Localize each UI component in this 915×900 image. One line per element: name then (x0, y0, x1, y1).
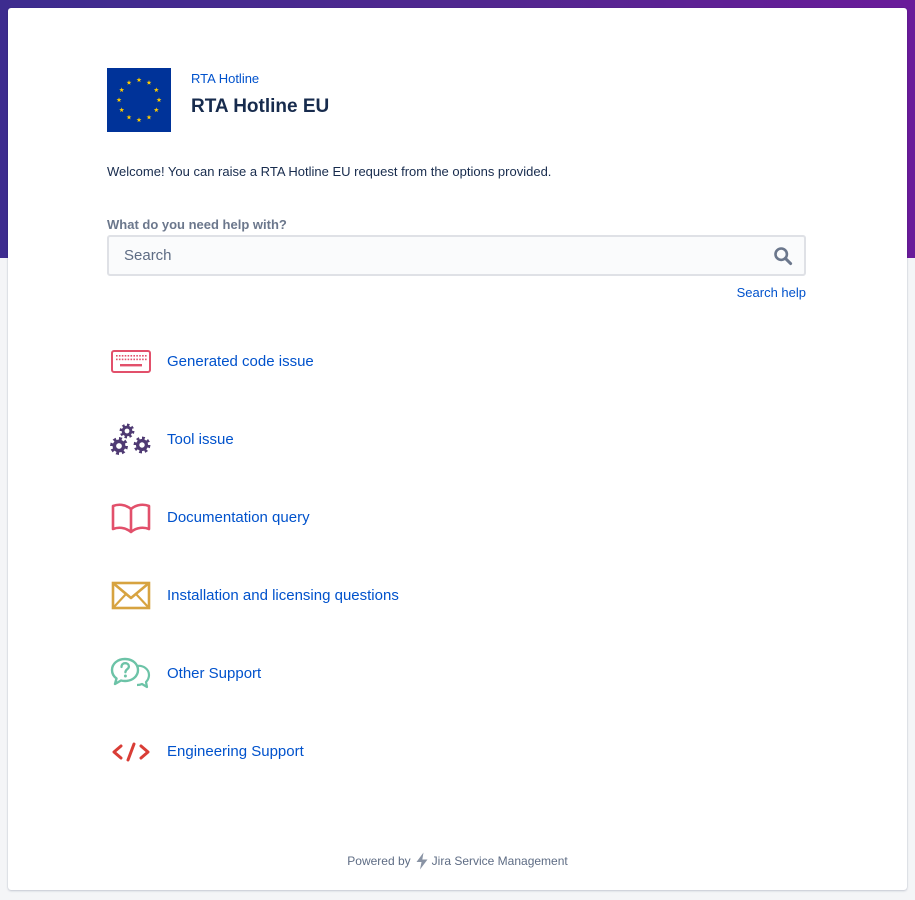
search-box (107, 235, 806, 276)
eu-flag-logo (107, 68, 171, 132)
request-type-documentation-query[interactable]: Documentation query (107, 494, 807, 572)
breadcrumb-help-center[interactable]: RTA Hotline (191, 71, 329, 87)
search-icon (774, 247, 793, 266)
request-type-generated-code-issue[interactable]: Generated code issue (107, 338, 807, 416)
search-input[interactable] (109, 237, 749, 274)
gears-icon (107, 416, 155, 464)
search-button[interactable] (768, 241, 798, 271)
request-type-label: Documentation query (167, 509, 310, 526)
search-help-link[interactable]: Search help (737, 285, 806, 301)
envelope-icon (107, 572, 155, 620)
request-type-label: Generated code issue (167, 353, 314, 370)
request-type-tool-issue[interactable]: Tool issue (107, 416, 807, 494)
jira-bolt-icon (415, 852, 429, 870)
jira-service-management-link[interactable]: Jira Service Management (432, 854, 568, 868)
request-type-label: Tool issue (167, 431, 234, 448)
question-bubbles-icon (107, 650, 155, 698)
portal-titles: RTA Hotline RTA Hotline EU (191, 71, 329, 118)
powered-by-text: Powered by (347, 854, 411, 868)
book-icon (107, 494, 155, 542)
request-type-label: Engineering Support (167, 743, 304, 760)
footer: Powered by Jira Service Management (8, 852, 907, 870)
portal-header: RTA Hotline RTA Hotline EU (107, 68, 329, 132)
keyboard-icon (107, 338, 155, 386)
request-type-engineering-support[interactable]: Engineering Support (107, 728, 807, 806)
request-type-other-support[interactable]: Other Support (107, 650, 807, 728)
eu-stars-icon (116, 77, 162, 123)
request-type-list: Generated code issue Tool issue Document… (107, 338, 807, 806)
welcome-message: Welcome! You can raise a RTA Hotline EU … (107, 164, 552, 179)
code-icon (107, 728, 155, 776)
search-label: What do you need help with? (107, 217, 287, 232)
request-type-installation-and-licensing[interactable]: Installation and licensing questions (107, 572, 807, 650)
portal-card: RTA Hotline RTA Hotline EU Welcome! You … (8, 8, 907, 890)
request-type-label: Other Support (167, 665, 262, 682)
page-title: RTA Hotline EU (191, 96, 330, 117)
request-type-label: Installation and licensing questions (167, 587, 399, 604)
